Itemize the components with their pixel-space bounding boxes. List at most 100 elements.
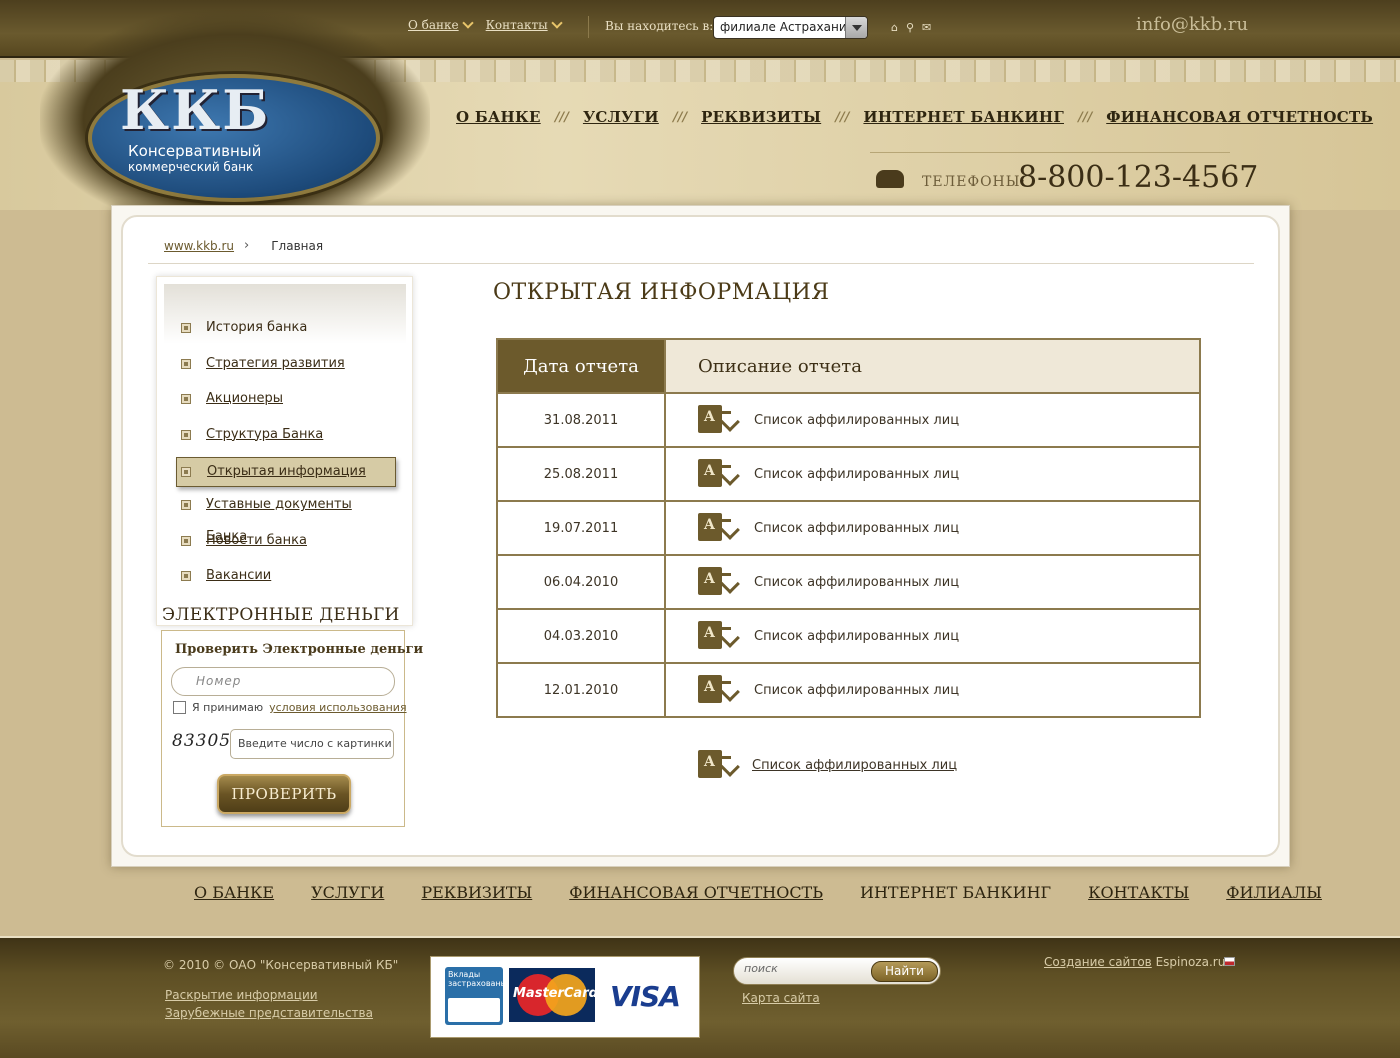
check-button[interactable]: ПРОВЕРИТЬ (217, 774, 351, 814)
nav-internet-banking[interactable]: ИНТЕРНЕТ БАНКИНГ (863, 108, 1064, 126)
report-description: Список аффилированных лиц (665, 608, 1200, 663)
report-link[interactable]: Список аффилированных лиц (754, 683, 959, 698)
divider (588, 16, 589, 38)
bottom-nav-internet-banking[interactable]: ИНТЕРНЕТ БАНКИНГ (860, 883, 1051, 902)
footer-link-representations[interactable]: Зарубежные представительства (165, 1006, 373, 1020)
pdf-download-icon[interactable] (698, 675, 742, 705)
bullet-icon (181, 571, 191, 581)
pdf-download-icon[interactable] (698, 513, 742, 543)
flag-icon (1224, 957, 1235, 966)
breadcrumb-current: Главная (271, 238, 324, 253)
sidebar-item-label: Стратегия развития (206, 355, 345, 371)
report-description: Список аффилированных лиц (665, 554, 1200, 609)
search-icon[interactable]: ⚲ (906, 21, 914, 34)
pdf-download-icon[interactable] (698, 459, 742, 489)
breadcrumb: www.kkb.ru › Главная (164, 238, 323, 253)
pdf-download-icon[interactable] (698, 750, 742, 780)
top-links: О банке Контакты (408, 17, 563, 32)
copyright: © 2010 © ОАО "Консервативный КБ" (163, 958, 399, 972)
top-link-contacts[interactable]: Контакты (485, 17, 563, 32)
report-date: 31.08.2011 (497, 392, 666, 447)
search-button[interactable]: Найти (871, 961, 938, 982)
captcha-image: 83305 (172, 731, 232, 751)
terms-link[interactable]: условия использования (269, 701, 406, 714)
pdf-download-icon[interactable] (698, 621, 742, 651)
phone-label: ТЕЛЕФОНЫ: (922, 174, 1027, 190)
report-link[interactable]: Список аффилированных лиц (754, 413, 959, 428)
column-header-description: Описание отчета (665, 339, 1200, 393)
sidebar-item-vacancies[interactable]: Вакансии (176, 560, 396, 596)
home-icon[interactable]: ⌂ (891, 21, 898, 34)
report-date: 04.03.2010 (497, 608, 666, 663)
report-link[interactable]: Список аффилированных лиц (754, 575, 959, 590)
bottom-nav-financial-reports[interactable]: ФИНАНСОВАЯ ОТЧЕТНОСТЬ (569, 883, 823, 902)
phone-number: 8-800-123-4567 (1018, 160, 1259, 195)
logo-name-line2: коммерческий банк (128, 160, 254, 174)
deposit-insurance-label: Вклады застрахованы (448, 970, 507, 988)
mastercard-label: MasterCard (513, 986, 598, 1001)
report-link[interactable]: Список аффилированных лиц (754, 467, 959, 482)
bottom-nav-about[interactable]: О БАНКЕ (194, 883, 274, 902)
developer-link[interactable]: Создание сайтов (1044, 955, 1152, 969)
main-nav: О БАНКЕ /// УСЛУГИ /// РЕКВИЗИТЫ /// ИНТ… (456, 108, 1373, 126)
bottom-nav-services[interactable]: УСЛУГИ (311, 883, 384, 902)
bottom-nav-contacts[interactable]: КОНТАКТЫ (1088, 883, 1189, 902)
bullet-icon (181, 500, 191, 510)
sidebar-item-shareholders[interactable]: Акционеры (176, 383, 396, 419)
logo-name-line1: Консервативный (128, 142, 262, 160)
bullet-icon (181, 467, 191, 477)
chevron-down-icon (550, 17, 563, 29)
agree-checkbox[interactable] (173, 701, 186, 714)
email-link[interactable]: info@kkb.ru (1136, 14, 1248, 35)
sidebar-item-charter[interactable]: Уставные документы Банка (176, 489, 396, 544)
breadcrumb-home[interactable]: www.kkb.ru (164, 239, 234, 253)
footer-link-disclosure[interactable]: Раскрытие информации (165, 988, 318, 1002)
captcha-input[interactable]: Введите число с картинки (230, 729, 394, 759)
location-select-value: филиале Астрахани (720, 20, 847, 34)
bullet-icon (181, 394, 191, 404)
nav-separator: /// (1077, 109, 1093, 125)
mail-icon[interactable]: ✉ (922, 21, 931, 34)
pdf-download-icon[interactable] (698, 567, 742, 597)
pdf-download-icon[interactable] (698, 405, 742, 435)
sidebar-item-label: Новости банка (206, 532, 307, 548)
top-link-contacts-label: Контакты (485, 18, 548, 32)
divider (870, 152, 1230, 153)
search-placeholder: поиск (744, 962, 778, 975)
nav-separator: /// (835, 109, 850, 125)
report-description: Список аффилированных лиц (665, 392, 1200, 447)
nav-about[interactable]: О БАНКЕ (456, 108, 541, 126)
location-label: Вы находитесь в: (605, 19, 714, 33)
all-reports-link[interactable]: Список аффилированных лиц (698, 750, 957, 780)
bullet-icon (181, 535, 191, 546)
table-row: 04.03.2010 Список аффилированных лиц (497, 608, 1200, 663)
sidebar-item-label: Структура Банка (206, 426, 324, 442)
sidebar-item-label: Акционеры (206, 391, 284, 406)
number-input[interactable]: Номер (171, 667, 395, 696)
sidebar-item-news[interactable]: Новости банка (176, 525, 396, 561)
sidebar-item-label: История банка (206, 320, 308, 335)
nav-requisites[interactable]: РЕКВИЗИТЫ (701, 108, 821, 126)
bottom-nav-requisites[interactable]: РЕКВИЗИТЫ (421, 883, 532, 902)
nav-services[interactable]: УСЛУГИ (583, 108, 659, 126)
report-link[interactable]: Список аффилированных лиц (754, 521, 959, 536)
emoney-heading: Проверить Электронные деньги (175, 642, 424, 657)
bottom-nav: О БАНКЕ УСЛУГИ РЕКВИЗИТЫ ФИНАНСОВАЯ ОТЧЕ… (194, 883, 1322, 902)
report-description: Список аффилированных лиц (665, 662, 1200, 717)
report-date: 06.04.2010 (497, 554, 666, 609)
sitemap-link[interactable]: Карта сайта (742, 991, 820, 1005)
sidebar-item-open-info[interactable]: Открытая информация (176, 457, 396, 487)
report-link[interactable]: Список аффилированных лиц (754, 629, 959, 644)
sidebar-item-strategy[interactable]: Стратегия развития (176, 348, 396, 384)
page-title: ОТКРЫТАЯ ИНФОРМАЦИЯ (493, 280, 830, 305)
all-reports-label[interactable]: Список аффилированных лиц (752, 758, 957, 773)
visa-logo: VISA (610, 980, 681, 1013)
bottom-nav-branches[interactable]: ФИЛИАЛЫ (1226, 883, 1322, 902)
chevron-right-icon: › (244, 238, 250, 253)
dropdown-arrow-icon[interactable] (845, 17, 867, 38)
sidebar-item-structure[interactable]: Структура Банка (176, 419, 396, 455)
nav-financial-reports[interactable]: ФИНАНСОВАЯ ОТЧЕТНОСТЬ (1106, 108, 1373, 126)
location-select[interactable]: филиале Астрахани (713, 16, 868, 39)
sidebar-item-history[interactable]: История банка (176, 312, 396, 348)
top-icons: ⌂ ⚲ ✉ (891, 21, 931, 34)
